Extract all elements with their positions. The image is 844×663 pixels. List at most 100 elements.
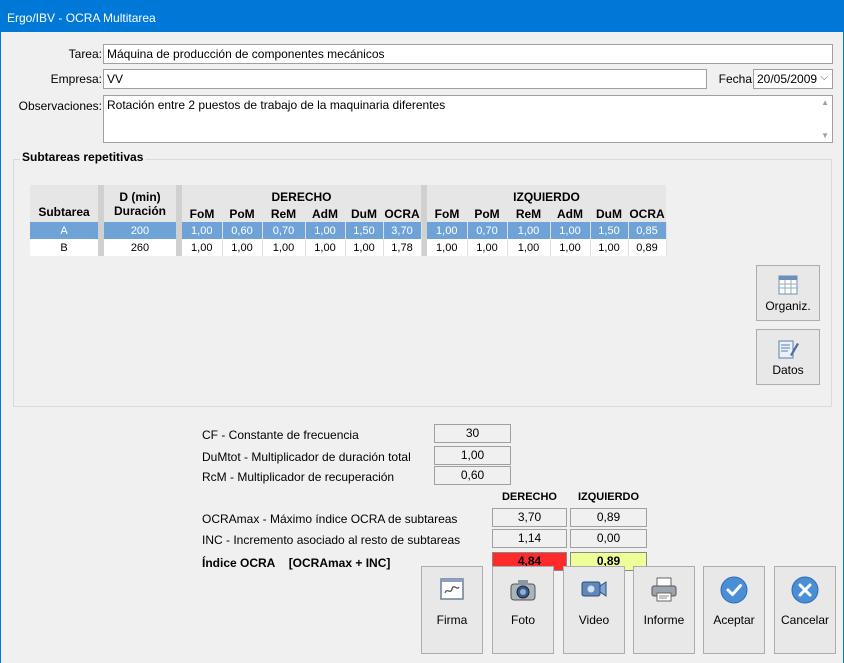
close-icon <box>791 576 819 604</box>
foto-label: Foto <box>510 613 535 627</box>
col-header: ReM <box>507 205 550 222</box>
duracion-header-top: D (min) <box>119 189 161 204</box>
checkmark-icon <box>720 576 748 604</box>
indice-ocra-title: Índice OCRA <box>202 556 276 570</box>
table-cell[interactable]: 260 <box>104 239 176 256</box>
table-cell[interactable]: 1,50 <box>345 222 384 239</box>
ocramax-izquierdo-value: 0,89 <box>570 508 647 527</box>
table-cell[interactable]: 1,00 <box>550 222 591 239</box>
empresa-label: Empresa: <box>50 72 102 86</box>
table-cell[interactable]: 0,70 <box>262 222 306 239</box>
video-camera-icon <box>581 581 607 597</box>
observaciones-textarea[interactable]: Rotación entre 2 puestos de trabajo de l… <box>103 95 833 143</box>
tarea-label: Tarea: <box>68 47 102 61</box>
table-cell[interactable]: 1,00 <box>507 222 551 239</box>
scroll-up-icon[interactable]: ▲ <box>821 98 829 107</box>
indice-ocra-formula: [OCRAmax + INC] <box>288 556 391 570</box>
informe-button[interactable]: Informe <box>633 566 695 654</box>
col-header: FoM <box>427 205 467 222</box>
table-cell[interactable]: 1,00 <box>182 222 223 239</box>
firma-label: Firma <box>436 613 468 627</box>
cancelar-button[interactable]: Cancelar <box>774 566 836 654</box>
table-cell[interactable]: 1,00 <box>182 239 223 256</box>
rcm-value: 0,60 <box>434 466 511 485</box>
informe-label: Informe <box>643 613 685 627</box>
table-cell[interactable]: 0,85 <box>628 222 667 239</box>
table-cell[interactable]: 1,00 <box>305 239 346 256</box>
aceptar-label: Aceptar <box>713 613 755 627</box>
col-header: ReM <box>262 205 305 222</box>
table-cell[interactable]: 1,00 <box>507 239 551 256</box>
aceptar-button[interactable]: Aceptar <box>703 566 765 654</box>
table-row[interactable]: B 260 1,00 1,00 1,00 1,00 1,00 1,78 1,00… <box>30 239 667 256</box>
table-cell[interactable]: 1,00 <box>467 239 508 256</box>
table-cell[interactable]: 1,00 <box>427 222 468 239</box>
derecho-column-header: DERECHO <box>501 491 557 503</box>
empresa-input[interactable]: VV <box>103 69 707 89</box>
izquierdo-header: IZQUIERDO <box>427 185 666 205</box>
scroll-down-icon[interactable]: ▼ <box>821 131 829 140</box>
fecha-value: 20/05/2009 <box>757 72 818 86</box>
duracion-header-bottom: Duración <box>113 203 166 218</box>
table-cell[interactable]: 1,00 <box>262 239 306 256</box>
col-duracion-header: D (min) Duración <box>104 185 176 222</box>
datos-button[interactable]: Datos <box>756 329 820 385</box>
col-subtarea-header: Subtarea <box>30 185 98 222</box>
col-header: PoM <box>467 205 507 222</box>
derecho-header: DERECHO <box>182 185 421 205</box>
video-label: Video <box>578 613 610 627</box>
table-cell[interactable]: 1,00 <box>550 239 591 256</box>
spreadsheet-icon <box>778 275 798 295</box>
rcm-label: RcM - Multiplicador de recuperación <box>202 470 395 484</box>
col-header: AdM <box>305 205 345 222</box>
organiz-button[interactable]: Organiz. <box>756 265 820 321</box>
video-button[interactable]: Video <box>563 566 625 654</box>
dumtot-label: DuMtot - Multiplicador de duración total <box>202 450 411 464</box>
window-title: Ergo/IBV - OCRA Multitarea <box>7 11 156 25</box>
printer-icon <box>651 577 677 602</box>
table-cell[interactable]: 1,00 <box>305 222 346 239</box>
table-row-selected[interactable]: A 200 1,00 0,60 0,70 1,00 1,50 3,70 1,00… <box>30 222 667 239</box>
cancelar-label: Cancelar <box>780 613 830 627</box>
ocramax-label: OCRAmax - Máximo índice OCRA de subtarea… <box>202 512 458 526</box>
firma-button[interactable]: Firma <box>421 566 483 654</box>
table-cell[interactable]: 1,00 <box>222 239 263 256</box>
cf-label: CF - Constante de frecuencia <box>202 428 359 442</box>
col-header: DuM <box>345 205 383 222</box>
col-header: OCRA <box>383 205 421 222</box>
camera-icon <box>510 580 536 601</box>
chevron-down-icon: ⌵ <box>820 72 828 83</box>
table-cell[interactable]: 1,00 <box>427 239 468 256</box>
col-header: PoM <box>222 205 262 222</box>
table-cell[interactable]: A <box>30 222 98 239</box>
table-cell[interactable]: 0,60 <box>222 222 263 239</box>
col-header: DuM <box>590 205 628 222</box>
tarea-input[interactable]: Máquina de producción de componentes mec… <box>103 44 833 64</box>
inc-izquierdo-value: 0,00 <box>570 529 647 548</box>
col-header: OCRA <box>628 205 666 222</box>
table-cell[interactable]: B <box>30 239 98 256</box>
table-cell[interactable]: 1,00 <box>345 239 384 256</box>
inc-label: INC - Incremento asociado al resto de su… <box>202 533 461 547</box>
observaciones-value: Rotación entre 2 puestos de trabajo de l… <box>107 98 446 112</box>
edit-document-icon <box>778 340 799 359</box>
ocramax-derecho-value: 3,70 <box>492 508 567 527</box>
indice-ocra-label: Índice OCRA [OCRAmax + INC] <box>202 556 390 570</box>
dumtot-value: 1,00 <box>434 446 511 465</box>
table-cell[interactable]: 0,89 <box>628 239 667 256</box>
observaciones-label: Observaciones: <box>18 99 102 113</box>
foto-button[interactable]: Foto <box>492 566 554 654</box>
table-cell[interactable]: 1,78 <box>383 239 422 256</box>
table-cell[interactable]: 200 <box>104 222 176 239</box>
izquierdo-column-header: IZQUIERDO <box>577 491 640 503</box>
cf-value: 30 <box>434 424 511 443</box>
window-title-bar: Ergo/IBV - OCRA Multitarea <box>0 0 844 32</box>
fecha-picker[interactable]: 20/05/2009 ⌵ <box>753 69 833 89</box>
organiz-label: Organiz. <box>765 299 811 313</box>
table-cell[interactable]: 1,50 <box>590 222 629 239</box>
table-cell[interactable]: 0,70 <box>467 222 508 239</box>
table-cell[interactable]: 3,70 <box>383 222 422 239</box>
table-cell[interactable]: 1,00 <box>590 239 629 256</box>
subtareas-title: Subtareas repetitivas <box>20 150 146 164</box>
inc-derecho-value: 1,14 <box>492 529 567 548</box>
